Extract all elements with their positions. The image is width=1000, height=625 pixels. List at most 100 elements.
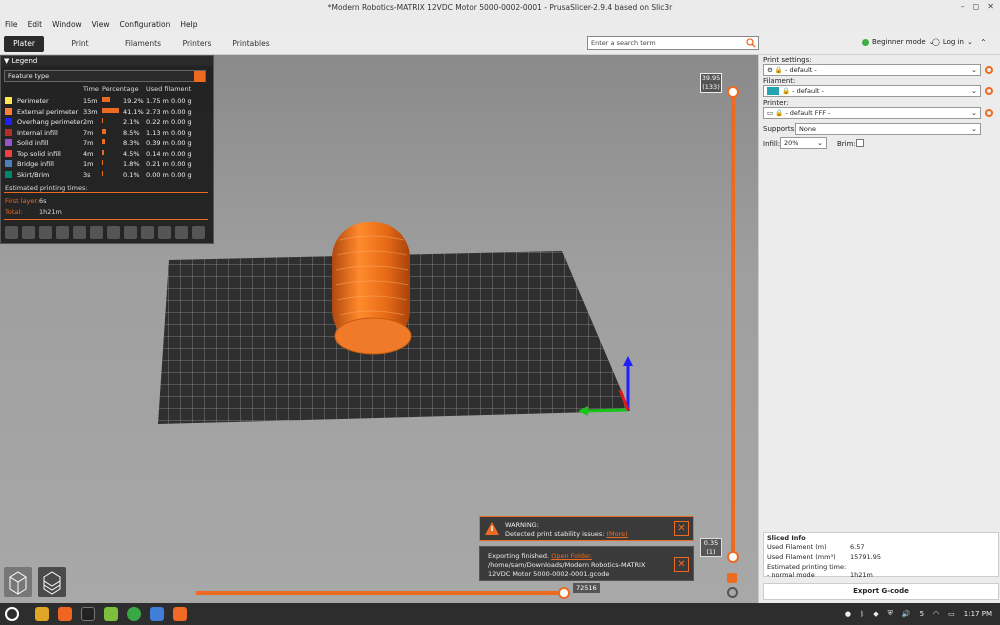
filament-color-swatch[interactable] bbox=[767, 87, 779, 95]
menu-file[interactable]: File bbox=[5, 20, 18, 29]
files-icon[interactable] bbox=[35, 607, 49, 621]
legend-row[interactable]: External perimeter 33m 41.1% 2.73 m 0.00 g bbox=[1, 107, 211, 117]
layer-slider-top-thumb[interactable] bbox=[727, 86, 739, 98]
print-settings-combo[interactable]: ⚙ 🔒 - default - ⌄ bbox=[763, 64, 981, 76]
legend-percentage-bar bbox=[102, 107, 119, 113]
center-of-gravity-icon[interactable] bbox=[158, 226, 171, 239]
terminal-icon[interactable] bbox=[81, 607, 95, 621]
total-value: 1h21m bbox=[39, 208, 62, 216]
chrome-tray-icon[interactable]: ● bbox=[845, 610, 851, 618]
chevron-up-icon[interactable]: ⌃ bbox=[980, 38, 987, 47]
filament-label: Filament: bbox=[763, 77, 796, 85]
chrome-icon[interactable] bbox=[127, 607, 141, 621]
printer-combo[interactable]: ▭ 🔒 - default FFF - ⌄ bbox=[763, 107, 981, 119]
close-icon[interactable]: ✕ bbox=[987, 2, 994, 11]
legend-row[interactable]: Perimeter 15m 19.2% 1.75 m 0.00 g bbox=[1, 96, 211, 106]
infill-combo[interactable]: 20% ⌄ bbox=[780, 137, 827, 149]
wipe-icon[interactable] bbox=[22, 226, 35, 239]
travel-icon[interactable] bbox=[5, 226, 18, 239]
open-folder-link[interactable]: Open Folder. bbox=[551, 552, 592, 560]
prusaslicer-icon[interactable] bbox=[173, 607, 187, 621]
export-gcode-button[interactable]: Export G-code bbox=[763, 583, 999, 600]
tab-plater[interactable]: Plater bbox=[4, 36, 44, 52]
legend-header[interactable]: ▼ Legend bbox=[1, 56, 213, 66]
tab-print-settings[interactable]: Print Settings bbox=[55, 36, 105, 64]
legend-percentage: 8.3% bbox=[123, 139, 140, 147]
close-export-button[interactable]: ✕ bbox=[674, 557, 689, 572]
brim-checkbox[interactable] bbox=[856, 139, 864, 147]
legend-row[interactable]: Bridge infill 1m 1.8% 0.21 m 0.00 g bbox=[1, 159, 211, 169]
tool-marker-icon[interactable] bbox=[192, 226, 205, 239]
supports-combo[interactable]: None ⌄ bbox=[795, 123, 981, 135]
search-input[interactable]: Enter a search term bbox=[587, 36, 759, 50]
legend-percentage: 0.1% bbox=[123, 170, 140, 179]
filament-combo[interactable]: 🔒 - default - ⌄ bbox=[763, 85, 981, 97]
wifi-icon[interactable]: ◠ bbox=[933, 610, 939, 618]
legend-row[interactable]: Solid infill 7m 8.3% 0.39 m 0.00 g bbox=[1, 138, 211, 148]
edit-print-preset-icon[interactable] bbox=[985, 66, 993, 74]
tool-changes-icon[interactable] bbox=[90, 226, 103, 239]
legend-row[interactable]: Overhang perimeter 2m 2.1% 0.22 m 0.00 g bbox=[1, 117, 211, 127]
battery-icon[interactable]: ▭ bbox=[948, 610, 955, 618]
search-icon[interactable] bbox=[746, 38, 756, 48]
warning-more-link[interactable]: (More) bbox=[606, 530, 627, 538]
layer-slider-bottom-thumb[interactable] bbox=[727, 551, 739, 563]
mode-selector[interactable]: Beginner mode ⌄ bbox=[862, 38, 935, 46]
clock[interactable]: 1:17 PM bbox=[964, 610, 992, 618]
firefox-icon[interactable] bbox=[58, 607, 72, 621]
close-warning-button[interactable]: ✕ bbox=[674, 521, 689, 536]
legend-feature-name: Bridge infill bbox=[17, 160, 54, 168]
maximize-icon[interactable]: ◻ bbox=[973, 2, 980, 11]
legend-feature-name: Overhang perimeter bbox=[17, 118, 84, 126]
legend-row[interactable]: Internal infill 7m 8.5% 1.13 m 0.00 g bbox=[1, 128, 211, 138]
login-button[interactable]: ◯ Log in ⌄ bbox=[932, 38, 973, 46]
bluetooth-icon[interactable]: ᛒ bbox=[860, 610, 864, 618]
view-type-select[interactable]: Feature type bbox=[4, 70, 206, 82]
first-layer-value: 6s bbox=[39, 197, 47, 205]
minimize-icon[interactable]: – bbox=[961, 2, 965, 11]
start-menu-icon[interactable] bbox=[5, 607, 19, 621]
preview-button[interactable] bbox=[38, 567, 66, 597]
tab-printables[interactable]: Printables bbox=[231, 36, 271, 52]
dropbox-icon[interactable]: ◆ bbox=[873, 610, 878, 618]
search-placeholder: Enter a search term bbox=[591, 39, 656, 47]
chevron-down-icon: ⌄ bbox=[971, 109, 977, 117]
volume-icon[interactable]: 🔊 bbox=[902, 610, 911, 618]
deretractions-icon[interactable] bbox=[56, 226, 69, 239]
seams-icon[interactable] bbox=[73, 226, 86, 239]
menu-window[interactable]: Window bbox=[52, 20, 82, 29]
settings-cog-icon[interactable] bbox=[727, 587, 738, 598]
chevron-down-icon: ⌄ bbox=[817, 139, 823, 147]
legend-percentage-bar bbox=[102, 139, 105, 144]
legend-row[interactable]: Top solid infill 4m 4.5% 0.14 m 0.00 g bbox=[1, 149, 211, 159]
menu-edit[interactable]: Edit bbox=[28, 20, 43, 29]
shells-icon[interactable] bbox=[175, 226, 188, 239]
menu-view[interactable]: View bbox=[92, 20, 110, 29]
menu-configuration[interactable]: Configuration bbox=[119, 20, 170, 29]
legend-feature-name: Solid infill bbox=[17, 139, 49, 147]
app-icon[interactable] bbox=[150, 607, 164, 621]
first-layer-label: First layer: bbox=[5, 197, 40, 205]
menu-help[interactable]: Help bbox=[180, 20, 197, 29]
custom-gcode-icon[interactable] bbox=[141, 226, 154, 239]
filament-value: - default - bbox=[792, 87, 824, 95]
legend-percentage-bar bbox=[102, 128, 106, 134]
legend-row[interactable]: Skirt/Brim 3s 0.1% 0.00 m 0.00 g bbox=[1, 170, 211, 180]
move-slider-thumb[interactable] bbox=[558, 587, 570, 599]
3d-view-button[interactable] bbox=[4, 567, 32, 597]
tab-printers[interactable]: Printers bbox=[180, 36, 214, 52]
used-filament-m-label: Used Filament (m) bbox=[767, 543, 827, 551]
tab-filaments[interactable]: Filaments bbox=[122, 36, 164, 52]
edit-filament-preset-icon[interactable] bbox=[985, 87, 993, 95]
layer-slider-track[interactable] bbox=[731, 92, 735, 558]
shield-icon[interactable]: ⛨ bbox=[888, 609, 893, 618]
lock-icon[interactable] bbox=[727, 573, 737, 583]
legend-percentage-bar bbox=[102, 160, 103, 165]
retractions-icon[interactable] bbox=[39, 226, 52, 239]
move-slider-track[interactable] bbox=[196, 591, 564, 595]
pause-prints-icon[interactable] bbox=[124, 226, 137, 239]
color-changes-icon[interactable] bbox=[107, 226, 120, 239]
mint-update-icon[interactable] bbox=[104, 607, 118, 621]
layer-slider-bottom-label: 0.35 (1) bbox=[700, 538, 722, 557]
edit-printer-preset-icon[interactable] bbox=[985, 109, 993, 117]
